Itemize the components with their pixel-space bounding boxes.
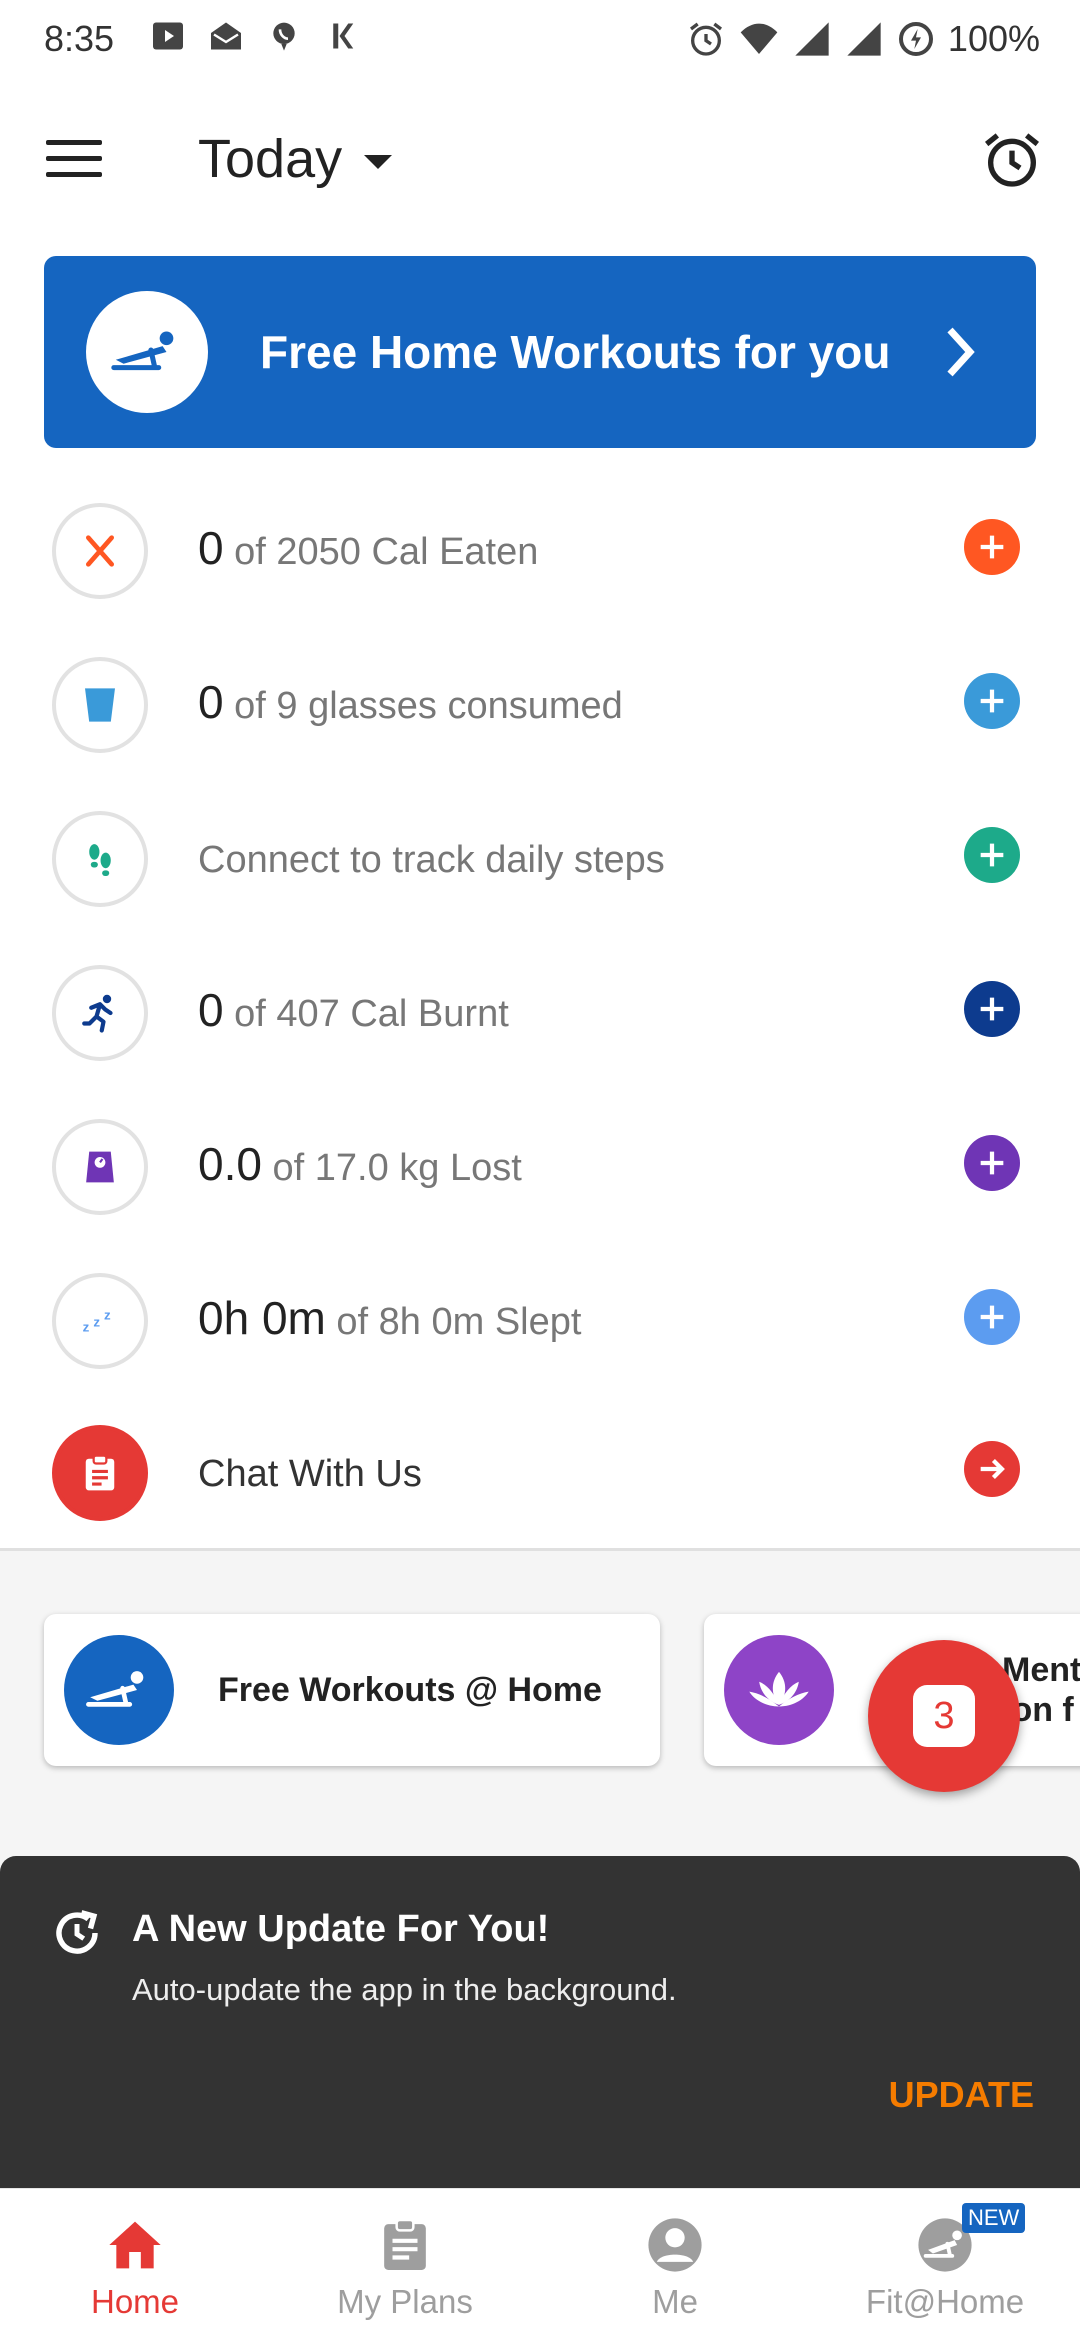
free-workouts-label: Free Workouts @ Home [218, 1670, 602, 1709]
youtube-icon [148, 18, 188, 58]
home-icon [103, 2213, 167, 2277]
hamburger-menu-icon[interactable] [46, 140, 102, 180]
sleep-text: 0h 0m of 8h 0m Slept [198, 1292, 582, 1344]
update-clock-icon [56, 1910, 98, 1954]
lotus-icon [724, 1635, 834, 1745]
tab-me-label: Me [652, 2283, 698, 2320]
pushup-icon [86, 291, 208, 413]
update-button[interactable]: UPDATE [889, 2074, 1034, 2116]
mail-icon [206, 18, 246, 58]
tab-me[interactable]: Me [540, 2189, 810, 2341]
svg-text:z: z [93, 1314, 100, 1329]
notification-count-badge: 3 [913, 1685, 975, 1747]
bottom-navigation: Home My Plans Me NEW Fit@Home [0, 2188, 1080, 2341]
alarm-status-icon [689, 22, 722, 56]
weight-scale-icon [52, 1119, 148, 1215]
arrow-right-icon[interactable] [964, 1441, 1020, 1497]
calorie-eaten-row[interactable]: 0 of 2050 Cal Eaten [0, 473, 1080, 627]
snackbar-subtitle: Auto-update the app in the background. [132, 1972, 677, 2007]
calorie-eaten-text: 0 of 2050 Cal Eaten [198, 522, 539, 574]
add-sleep-plus-icon[interactable] [964, 1289, 1020, 1345]
footsteps-icon [52, 811, 148, 907]
calorie-burnt-text: 0 of 407 Cal Burnt [198, 984, 509, 1036]
tab-fit-at-home-label: Fit@Home [865, 2283, 1025, 2320]
profile-icon [643, 2213, 707, 2277]
svg-text:z: z [83, 1320, 90, 1335]
dropdown-caret-icon [364, 155, 393, 169]
alarm-clock-icon[interactable] [980, 128, 1044, 192]
new-badge: NEW [962, 2203, 1026, 2233]
add-food-plus-icon[interactable] [964, 519, 1020, 575]
connect-steps-plus-icon[interactable] [964, 827, 1020, 883]
signal-icon-2 [847, 22, 881, 56]
update-snackbar: A New Update For You! Auto-update the ap… [0, 1856, 1080, 2188]
wifi-icon [740, 23, 778, 54]
status-bar: 8:35 100% [0, 0, 1080, 80]
tab-home-label: Home [90, 2283, 180, 2320]
water-intake-text: 0 of 9 glasses consumed [198, 676, 623, 728]
weight-lost-text: 0.0 of 17.0 kg Lost [198, 1138, 522, 1190]
weight-lost-row[interactable]: 0.0 of 17.0 kg Lost [0, 1089, 1080, 1243]
chat-with-us-row[interactable]: Chat With Us [0, 1395, 1080, 1549]
chat-with-us-text: Chat With Us [198, 1453, 422, 1495]
tab-my-plans[interactable]: My Plans [270, 2189, 540, 2341]
status-time: 8:35 [44, 18, 115, 59]
banner-label: Free Home Workouts for you [260, 326, 891, 378]
daily-steps-text: Connect to track daily steps [198, 839, 665, 881]
snackbar-title: A New Update For You! [132, 1908, 550, 1950]
signal-icon [795, 22, 829, 56]
water-glass-icon [52, 657, 148, 753]
battery-saver-icon [898, 22, 933, 56]
clipboard-plan-icon [373, 2213, 437, 2277]
tab-my-plans-label: My Plans [337, 2283, 473, 2320]
sleep-zzz-icon: zzz [52, 1273, 148, 1369]
kotak-icon [322, 18, 362, 58]
daily-steps-row[interactable]: Connect to track daily steps [0, 781, 1080, 935]
chevron-right-icon [947, 327, 975, 377]
page-title: Today [198, 129, 343, 189]
system-icons: 100% [686, 18, 1040, 60]
notifications-fab[interactable]: 3 [868, 1640, 1020, 1792]
notification-icons [148, 18, 362, 58]
fork-knife-icon [52, 503, 148, 599]
tab-home[interactable]: Home [0, 2189, 270, 2341]
runner-icon [52, 965, 148, 1061]
sleep-row[interactable]: zzz 0h 0m of 8h 0m Slept [0, 1243, 1080, 1397]
add-weight-plus-icon[interactable] [964, 1135, 1020, 1191]
battery-level: 100% [947, 18, 1040, 59]
date-selector[interactable]: Today [198, 128, 393, 190]
add-exercise-plus-icon[interactable] [964, 981, 1020, 1037]
clipboard-icon [52, 1425, 148, 1521]
water-intake-row[interactable]: 0 of 9 glasses consumed [0, 627, 1080, 781]
add-water-plus-icon[interactable] [964, 673, 1020, 729]
phone-icon [264, 18, 304, 58]
free-workouts-card[interactable]: Free Workouts @ Home [44, 1614, 660, 1766]
pushup-icon [64, 1635, 174, 1745]
calorie-burnt-row[interactable]: 0 of 407 Cal Burnt [0, 935, 1080, 1089]
tab-fit-at-home[interactable]: NEW Fit@Home [810, 2189, 1080, 2341]
svg-text:z: z [104, 1308, 111, 1323]
free-home-workouts-banner[interactable]: Free Home Workouts for you [44, 256, 1036, 448]
app-bar: Today [0, 110, 1080, 210]
